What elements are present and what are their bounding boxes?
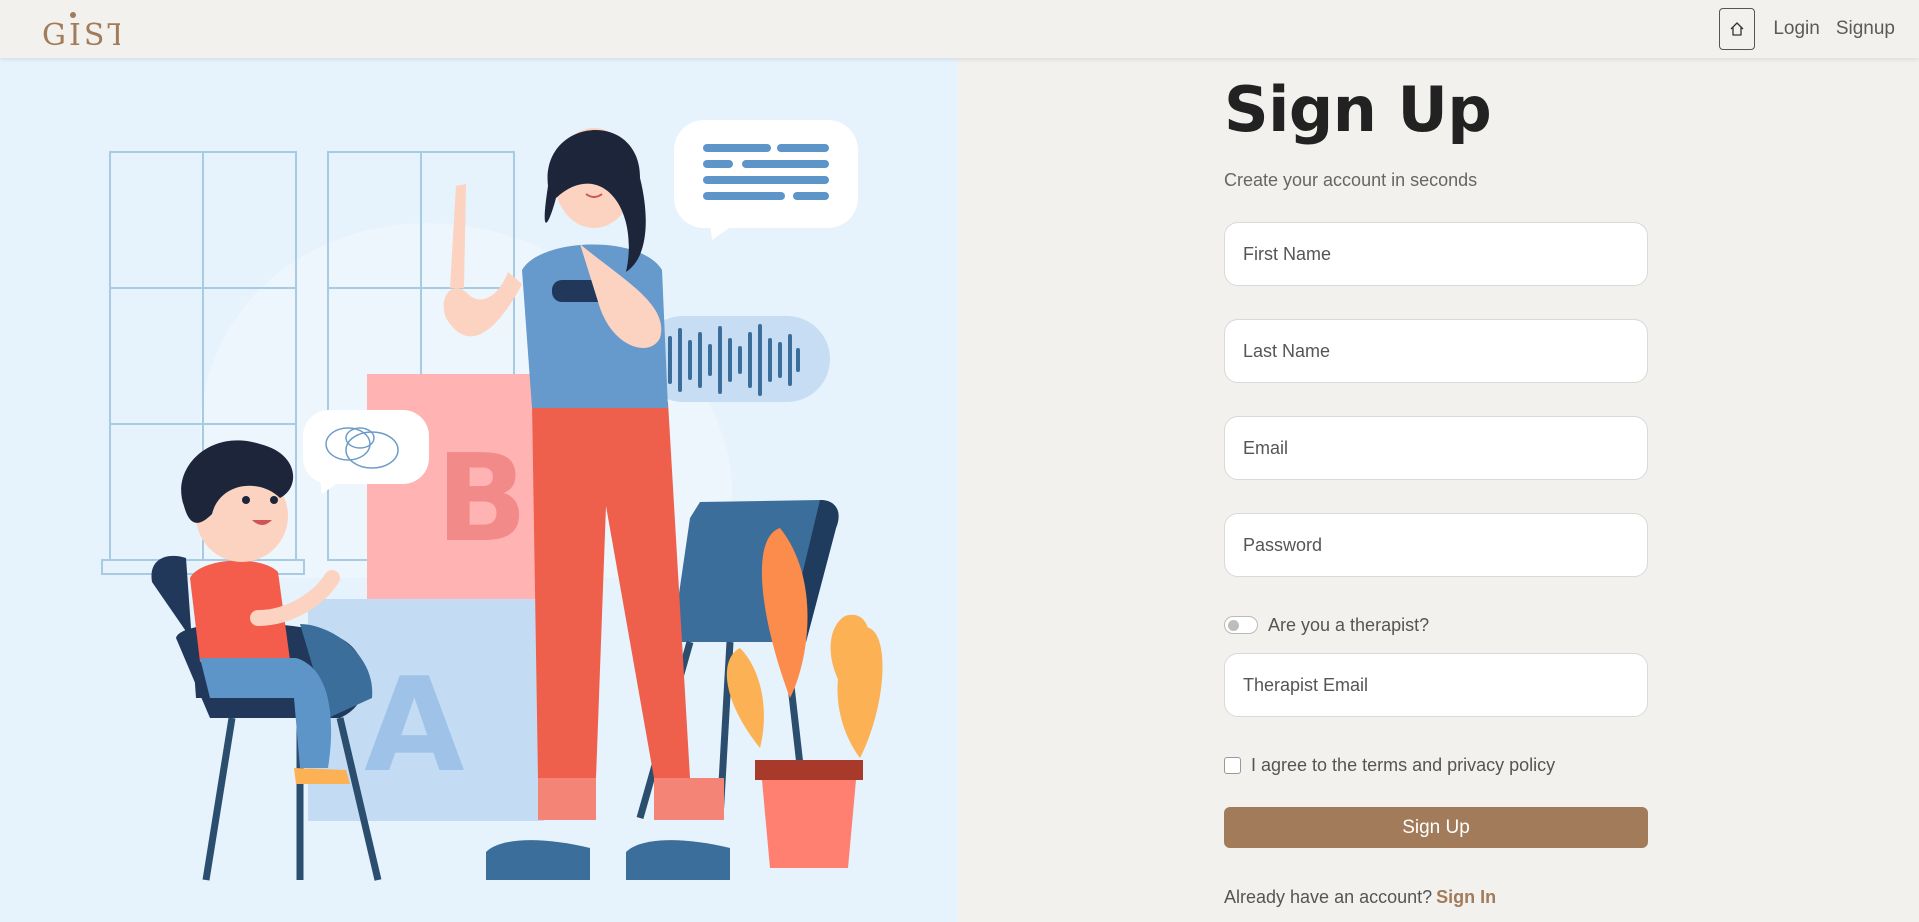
page-subtitle: Create your account in seconds bbox=[1224, 170, 1478, 190]
nav-login-link[interactable]: Login bbox=[1773, 18, 1820, 40]
toggle-knob bbox=[1228, 620, 1239, 631]
therapist-toggle[interactable] bbox=[1224, 616, 1258, 634]
password-field[interactable] bbox=[1224, 513, 1648, 577]
terms-label: I agree to the terms and privacy policy bbox=[1251, 754, 1556, 775]
svg-text:GIST: GIST bbox=[42, 18, 120, 51]
signin-prompt: Already have an account? Sign In bbox=[1224, 887, 1648, 908]
page-title: Sign Up bbox=[1224, 73, 1492, 146]
svg-text:A: A bbox=[364, 649, 465, 801]
top-navbar: GIST Login Signup bbox=[0, 0, 1919, 58]
therapist-toggle-label: Are you a therapist? bbox=[1268, 614, 1430, 635]
sign-in-link[interactable]: Sign In bbox=[1436, 887, 1496, 907]
last-name-field[interactable] bbox=[1224, 319, 1648, 383]
gist-logo-icon: GIST bbox=[42, 12, 120, 51]
nav-links: Login Signup bbox=[1719, 8, 1895, 50]
home-button[interactable] bbox=[1719, 8, 1756, 50]
email-field[interactable] bbox=[1224, 416, 1648, 480]
therapy-illustration: B A bbox=[101, 120, 883, 881]
first-name-field[interactable] bbox=[1224, 222, 1648, 286]
signin-prompt-text: Already have an account? bbox=[1224, 887, 1433, 907]
svg-text:B: B bbox=[436, 430, 527, 569]
brand-logo[interactable]: GIST bbox=[40, 0, 120, 58]
terms-checkbox[interactable] bbox=[1224, 756, 1241, 774]
nav-signup-link[interactable]: Signup bbox=[1836, 18, 1895, 40]
therapist-email-field[interactable] bbox=[1224, 653, 1648, 717]
sign-up-button[interactable]: Sign Up bbox=[1224, 807, 1648, 848]
illustration-panel: B A bbox=[0, 58, 958, 922]
terms-row: I agree to the terms and privacy policy bbox=[1224, 753, 1648, 777]
therapist-toggle-row: Are you a therapist? bbox=[1224, 613, 1648, 637]
home-icon bbox=[1730, 22, 1744, 36]
signup-form: Sign Up Create your account in seconds A… bbox=[1224, 70, 1648, 908]
